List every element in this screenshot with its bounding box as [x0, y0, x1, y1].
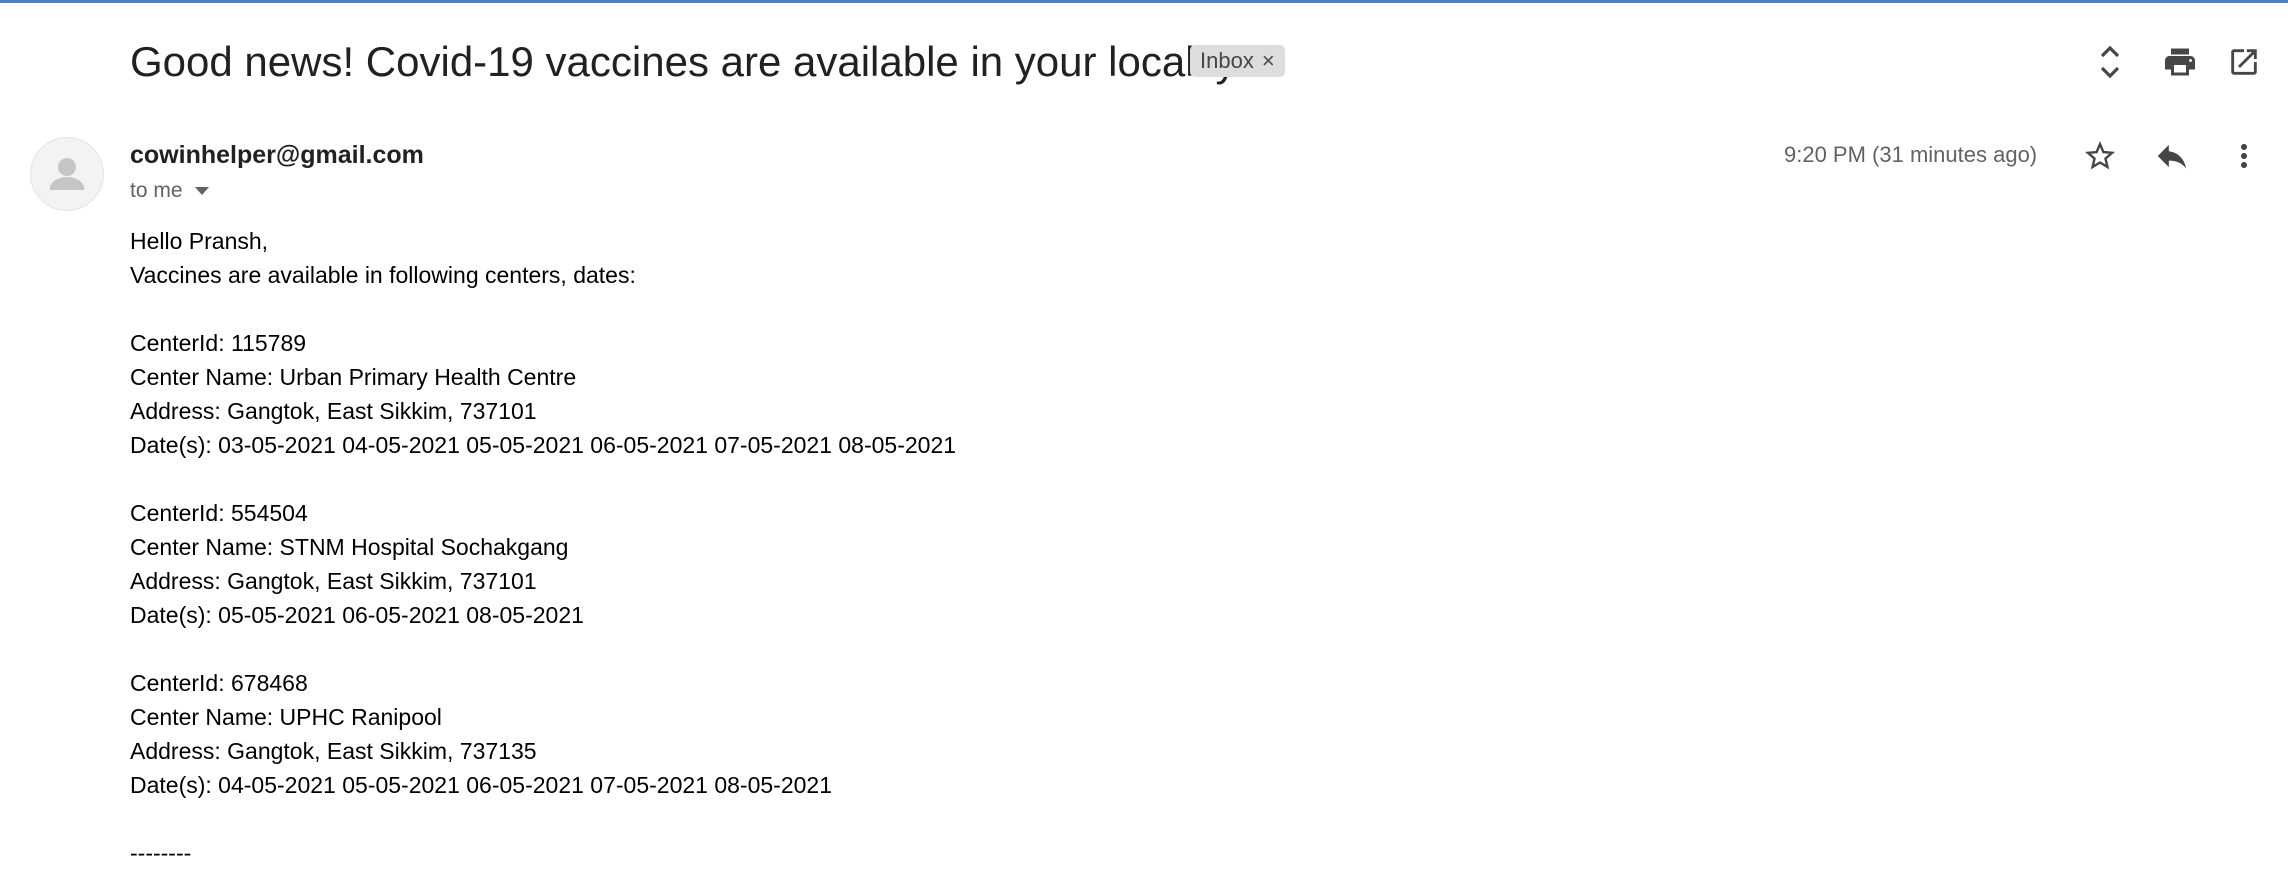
- remove-label-button[interactable]: ×: [1262, 45, 1275, 77]
- separator-line: --------: [130, 840, 192, 866]
- label-chip-text: Inbox: [1200, 48, 1254, 73]
- sender-address[interactable]: cowinhelper@gmail.com: [130, 139, 424, 171]
- center-address-line: Address: Gangtok, East Sikkim, 737135: [130, 738, 537, 764]
- open-in-new-window-button[interactable]: [2222, 40, 2266, 84]
- center-id-line: CenterId: 115789: [130, 330, 307, 356]
- email-subject: Good news! Covid-19 vaccines are availab…: [130, 38, 1237, 85]
- person-icon: [50, 158, 84, 190]
- expand-all-button[interactable]: [2088, 40, 2132, 84]
- print-all-button[interactable]: [2158, 40, 2202, 84]
- center-dates-line: Date(s): 03-05-2021 04-05-2021 05-05-202…: [130, 432, 957, 458]
- center-id-line: CenterId: 678468: [130, 670, 308, 696]
- recipient-details-toggle[interactable]: to me: [130, 176, 209, 206]
- unfold-icon: [2100, 45, 2120, 79]
- print-icon: [2165, 48, 2195, 76]
- center-dates-line: Date(s): 04-05-2021 05-05-2021 06-05-202…: [130, 772, 832, 798]
- greeting-line: Hello Pransh,: [130, 228, 269, 254]
- center-id-line: CenterId: 554504: [130, 500, 308, 526]
- star-button[interactable]: [2076, 132, 2124, 180]
- center-name-line: Center Name: STNM Hospital Sochakgang: [130, 534, 569, 560]
- subject-header: Good news! Covid-19 vaccines are availab…: [0, 0, 2288, 124]
- chevron-down-icon: [194, 187, 209, 196]
- sender-avatar[interactable]: [30, 137, 104, 211]
- more-options-button[interactable]: [2220, 132, 2268, 180]
- center-dates-line: Date(s): 05-05-2021 06-05-2021 08-05-202…: [130, 602, 584, 628]
- center-address-line: Address: Gangtok, East Sikkim, 737101: [130, 568, 537, 594]
- email-body: Hello Pransh, Vaccines are available in …: [130, 224, 2230, 870]
- inbox-label-chip[interactable]: Inbox ×: [1190, 45, 1285, 77]
- center-name-line: Center Name: UPHC Ranipool: [130, 704, 442, 730]
- email-timestamp: 9:20 PM (31 minutes ago): [1784, 142, 2038, 167]
- more-vert-icon: [2241, 144, 2247, 168]
- reply-icon: [2157, 144, 2187, 169]
- center-address-line: Address: Gangtok, East Sikkim, 737101: [130, 398, 537, 424]
- intro-line: Vaccines are available in following cent…: [130, 262, 636, 288]
- reply-button[interactable]: [2148, 132, 2196, 180]
- recipient-text: to me: [130, 179, 183, 202]
- open-in-new-icon: [2231, 49, 2257, 75]
- star-icon: [2085, 141, 2115, 170]
- center-name-line: Center Name: Urban Primary Health Centre: [130, 364, 577, 390]
